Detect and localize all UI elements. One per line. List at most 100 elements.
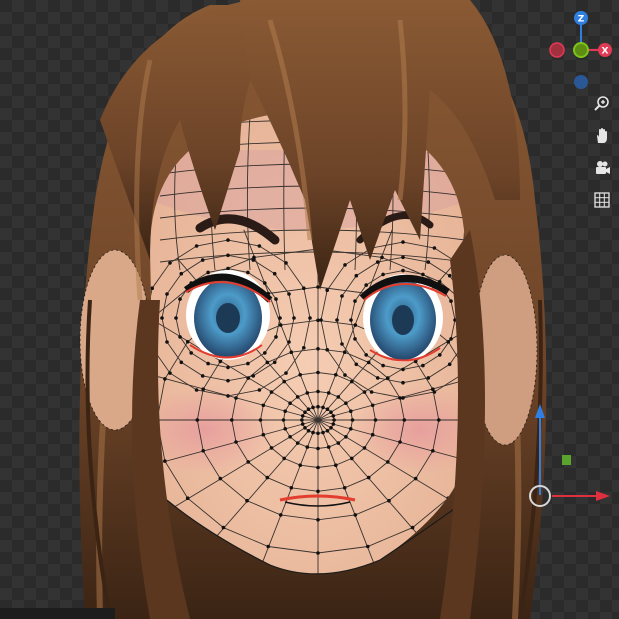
gizmo-neg-x[interactable] xyxy=(549,42,565,58)
mesh-vertex[interactable] xyxy=(266,544,271,549)
mesh-vertex[interactable] xyxy=(305,445,310,449)
mesh-vertex[interactable] xyxy=(398,440,402,444)
mesh-vertex[interactable] xyxy=(354,362,359,367)
mesh-vertex[interactable] xyxy=(283,427,288,431)
mesh-vertex[interactable] xyxy=(319,318,323,322)
mesh-vertex[interactable] xyxy=(311,405,315,410)
mesh-vertex[interactable] xyxy=(350,456,354,461)
mesh-vertex[interactable] xyxy=(289,486,294,490)
mesh-vertex[interactable] xyxy=(449,299,453,303)
mesh-vertex[interactable] xyxy=(325,348,330,352)
mesh-vertex[interactable] xyxy=(401,240,405,244)
mesh-vertex[interactable] xyxy=(160,316,164,320)
mesh-vertex[interactable] xyxy=(269,390,274,394)
gizmo-neg-z[interactable] xyxy=(574,75,588,89)
mesh-vertex[interactable] xyxy=(265,360,270,365)
mesh-vertex[interactable] xyxy=(195,418,200,422)
mesh-vertex[interactable] xyxy=(272,360,277,365)
mesh-vertex[interactable] xyxy=(446,340,451,344)
mesh-vertex[interactable] xyxy=(246,460,250,464)
mesh-vertex[interactable] xyxy=(344,435,348,439)
gizmo-pos-z[interactable]: Z xyxy=(574,11,588,25)
mesh-vertex[interactable] xyxy=(185,496,190,501)
mesh-vertex[interactable] xyxy=(257,244,262,248)
mesh-vertex[interactable] xyxy=(386,376,390,380)
mesh-vertex[interactable] xyxy=(168,371,172,375)
mesh-vertex[interactable] xyxy=(302,346,306,350)
mesh-vertex[interactable] xyxy=(295,395,300,399)
mesh-vertex[interactable] xyxy=(306,429,311,433)
zoom-button[interactable] xyxy=(590,92,614,116)
mesh-vertex[interactable] xyxy=(274,335,278,339)
mesh-vertex[interactable] xyxy=(226,238,230,242)
mesh-vertex[interactable] xyxy=(226,365,230,370)
mesh-vertex[interactable] xyxy=(295,441,300,445)
mesh-vertex[interactable] xyxy=(326,445,331,449)
mesh-vertex[interactable] xyxy=(316,551,320,555)
mesh-vertex[interactable] xyxy=(432,390,437,394)
mesh-vertex[interactable] xyxy=(353,299,357,303)
mesh-vertex[interactable] xyxy=(449,337,453,341)
mesh-vertex[interactable] xyxy=(200,374,205,378)
mesh-vertex[interactable] xyxy=(401,255,405,260)
mesh-vertex[interactable] xyxy=(283,409,288,414)
mesh-vertex[interactable] xyxy=(226,378,230,383)
mesh-vertex[interactable] xyxy=(401,367,405,372)
mesh-vertex[interactable] xyxy=(281,418,286,422)
mesh-vertex[interactable] xyxy=(343,373,347,377)
camera-button[interactable] xyxy=(590,156,614,180)
mesh-vertex[interactable] xyxy=(206,270,210,275)
mesh-vertex[interactable] xyxy=(300,414,305,418)
gizmo-pos-y[interactable] xyxy=(573,42,589,58)
mesh-vertex[interactable] xyxy=(302,286,306,291)
mesh-vertex[interactable] xyxy=(334,373,338,377)
mesh-vertex[interactable] xyxy=(362,446,367,450)
mesh-vertex[interactable] xyxy=(258,418,263,422)
mesh-vertex[interactable] xyxy=(311,430,315,435)
mesh-vertex[interactable] xyxy=(251,258,256,262)
mesh-vertex[interactable] xyxy=(174,316,178,320)
mesh-vertex[interactable] xyxy=(321,430,325,435)
mesh-vertex[interactable] xyxy=(300,422,305,426)
mesh-vertex[interactable] xyxy=(287,292,291,296)
mesh-vertex[interactable] xyxy=(431,449,435,453)
mesh-vertex[interactable] xyxy=(316,370,320,375)
3d-viewport[interactable]: Z X xyxy=(0,0,619,619)
mesh-vertex[interactable] xyxy=(261,432,266,437)
mesh-vertex[interactable] xyxy=(298,463,303,468)
mesh-vertex[interactable] xyxy=(340,342,344,346)
mesh-vertex[interactable] xyxy=(263,351,267,355)
mesh-vertex[interactable] xyxy=(218,359,223,364)
mesh-vertex[interactable] xyxy=(344,401,348,406)
mesh-vertex[interactable] xyxy=(410,525,415,530)
mesh-vertex[interactable] xyxy=(375,260,380,264)
mesh-vertex[interactable] xyxy=(329,410,333,415)
mesh-vertex[interactable] xyxy=(381,272,385,277)
mesh-vertex[interactable] xyxy=(269,446,274,450)
mesh-vertex[interactable] xyxy=(226,253,230,258)
mesh-vertex[interactable] xyxy=(336,395,341,399)
mesh-scene[interactable] xyxy=(0,0,619,619)
mesh-vertex[interactable] xyxy=(165,340,169,344)
mesh-vertex[interactable] xyxy=(426,376,431,380)
mesh-vertex[interactable] xyxy=(257,388,262,392)
mesh-vertex[interactable] xyxy=(308,316,312,320)
mesh-vertex[interactable] xyxy=(165,292,169,296)
mesh-vertex[interactable] xyxy=(303,410,307,415)
mesh-vertex[interactable] xyxy=(263,281,267,285)
mesh-vertex[interactable] xyxy=(226,394,230,398)
mesh-vertex[interactable] xyxy=(289,350,294,355)
mesh-vertex[interactable] xyxy=(189,351,193,355)
ortho-toggle-button[interactable] xyxy=(590,188,614,212)
mesh-vertex[interactable] xyxy=(326,391,331,395)
mesh-vertex[interactable] xyxy=(362,390,367,394)
mesh-vertex[interactable] xyxy=(163,459,167,463)
mesh-vertex[interactable] xyxy=(234,396,238,400)
mesh-vertex[interactable] xyxy=(325,407,330,412)
mesh-vertex[interactable] xyxy=(201,449,205,453)
mesh-vertex[interactable] xyxy=(272,271,277,276)
mesh-vertex[interactable] xyxy=(246,270,250,275)
mesh-vertex[interactable] xyxy=(316,489,320,494)
mesh-vertex[interactable] xyxy=(218,476,223,481)
mesh-vertex[interactable] xyxy=(298,373,303,377)
